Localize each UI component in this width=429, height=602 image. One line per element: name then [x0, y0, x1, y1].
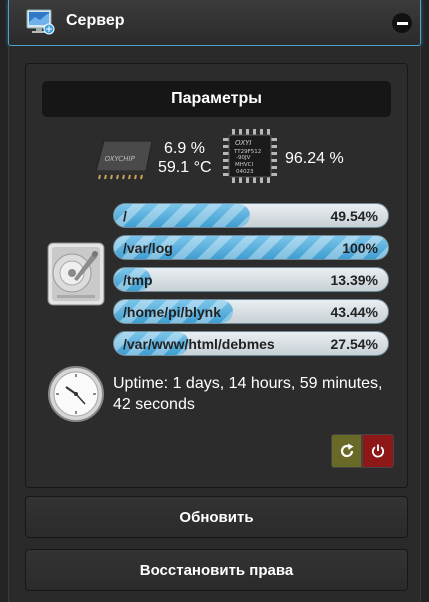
restore-button-label: Восстановить права — [139, 561, 294, 579]
disk-mount-label: /home/pi/blynk — [123, 304, 222, 320]
disk-usage-bar: / 49.54% — [113, 203, 389, 228]
power-button[interactable] — [362, 434, 394, 468]
refresh-button[interactable] — [331, 434, 362, 468]
params-title: Параметры — [171, 90, 262, 107]
update-button[interactable]: Обновить — [25, 496, 408, 538]
disk-usage-bar: /var/www/html/debmes 27.54% — [113, 331, 389, 356]
svg-text:-90JV: -90JV — [236, 155, 251, 161]
minus-icon[interactable] — [392, 13, 412, 33]
memory-chip-icon: OXYI TT29F512 -90JV MHVCI 04023 — [223, 129, 277, 183]
cpu-temperature: 59.1 °C — [158, 159, 212, 176]
disk-usage-value: 100% — [342, 240, 378, 256]
update-button-label: Обновить — [179, 508, 254, 526]
panel-title: Сервер — [66, 12, 125, 29]
hard-drive-icon — [47, 242, 105, 306]
cpu-chip-icon: OXYCHIP — [95, 140, 153, 180]
restore-permissions-button[interactable]: Восстановить права — [25, 549, 408, 591]
disk-usage-value: 49.54% — [330, 208, 378, 224]
clock-icon — [48, 366, 104, 422]
power-icon — [371, 444, 385, 458]
disk-usage-value: 13.39% — [330, 272, 378, 288]
panel-header[interactable]: Сервер — [8, 0, 421, 46]
disk-usage-bar: /var/log 100% — [113, 235, 389, 260]
disk-usage-value: 43.44% — [330, 304, 378, 320]
disk-mount-label: / — [123, 208, 127, 224]
params-heading: Параметры — [42, 81, 391, 117]
refresh-icon — [340, 443, 353, 458]
svg-text:MHVCI: MHVCI — [235, 162, 253, 168]
svg-text:OXYI: OXYI — [235, 139, 251, 147]
server-monitor-icon — [26, 9, 55, 35]
disk-usage-fill — [114, 204, 250, 227]
svg-text:04023: 04023 — [236, 169, 254, 175]
disk-mount-label: /var/log — [123, 240, 173, 256]
svg-text:OXYCHIP: OXYCHIP — [104, 154, 137, 163]
disk-usage-bar: /tmp 13.39% — [113, 267, 389, 292]
uptime-text: Uptime: 1 days, 14 hours, 59 minutes, 42… — [113, 375, 383, 413]
disk-mount-label: /tmp — [123, 272, 153, 288]
disk-usage-bar: /home/pi/blynk 43.44% — [113, 299, 389, 324]
cpu-load: 6.9 % — [164, 140, 205, 157]
memory-usage: 96.24 % — [285, 150, 344, 167]
disk-usage-value: 27.54% — [330, 336, 378, 352]
disk-mount-label: /var/www/html/debmes — [123, 336, 275, 352]
